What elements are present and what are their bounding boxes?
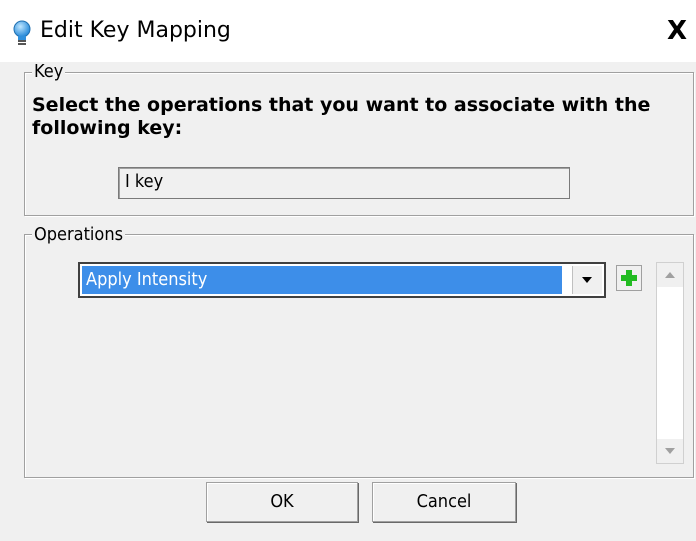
add-operation-button[interactable] <box>616 265 642 291</box>
operations-scrollbar[interactable] <box>656 262 684 464</box>
title-bar: Edit Key Mapping X <box>0 0 696 62</box>
scroll-track[interactable] <box>657 287 683 439</box>
operations-group-legend: Operations <box>32 224 126 245</box>
cancel-button[interactable]: Cancel <box>372 482 516 522</box>
dialog-bottom <box>0 530 696 541</box>
key-group-legend: Key <box>32 61 66 82</box>
ok-button[interactable]: OK <box>206 482 358 522</box>
close-button[interactable]: X <box>662 16 692 46</box>
chevron-down-icon[interactable] <box>572 266 602 294</box>
key-field: I key <box>118 167 570 199</box>
window-title: Edit Key Mapping <box>40 18 231 43</box>
operation-select[interactable]: Apply Intensity <box>78 262 606 298</box>
lightbulb-icon <box>12 20 32 46</box>
scroll-down-icon[interactable] <box>657 439 683 463</box>
scroll-up-icon[interactable] <box>657 263 683 287</box>
operation-select-value: Apply Intensity <box>82 266 562 294</box>
plus-icon <box>617 270 641 294</box>
key-prompt-text: Select the operations that you want to a… <box>32 94 651 139</box>
